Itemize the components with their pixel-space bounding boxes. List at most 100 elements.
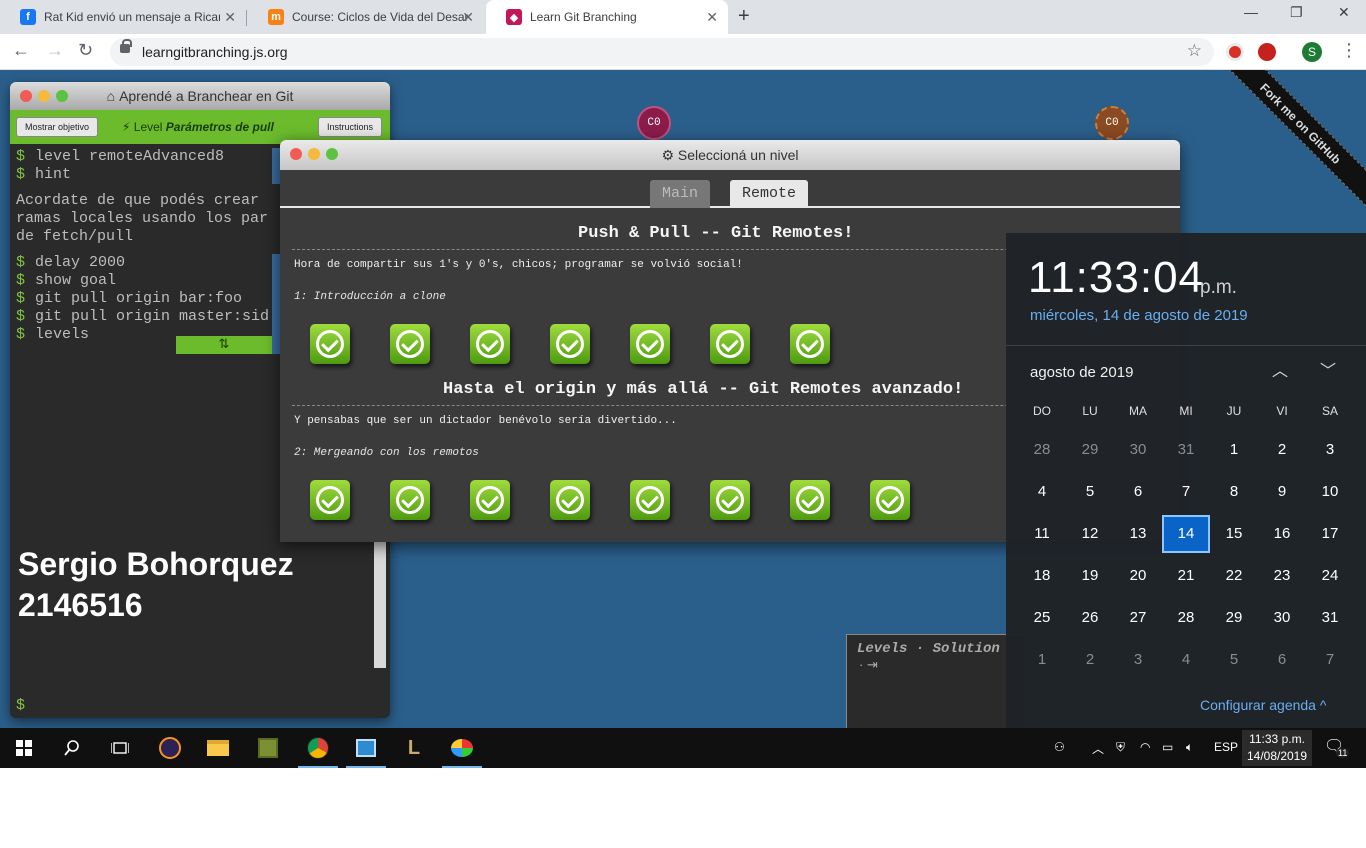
calendar-day[interactable]: 28	[1162, 599, 1210, 637]
extension-red-icon[interactable]	[1226, 43, 1244, 61]
taskbar-clock[interactable]: 11:33 p.m. 14/08/2019	[1242, 730, 1312, 766]
minimize-light-icon[interactable]	[38, 90, 50, 102]
calendar-day[interactable]: 31	[1306, 599, 1354, 637]
terminal-prompt[interactable]: $	[16, 697, 25, 714]
calendar-day[interactable]: 27	[1114, 599, 1162, 637]
calendar-day[interactable]: 8	[1210, 473, 1258, 511]
level-button-completed[interactable]	[470, 480, 510, 520]
new-tab-button[interactable]: +	[738, 5, 750, 28]
calendar-day[interactable]: 29	[1210, 599, 1258, 637]
calendar-day[interactable]: 9	[1258, 473, 1306, 511]
chevron-up-icon[interactable]: ︿	[1272, 357, 1288, 381]
fork-me-on-github-ribbon[interactable]: Fork me on GitHub	[1203, 70, 1366, 221]
forward-button[interactable]: →	[46, 40, 64, 61]
tab-main[interactable]: Main	[650, 180, 711, 208]
close-tab-icon[interactable]: ✕	[706, 9, 718, 26]
chevron-up-tray-icon[interactable]: ︿	[1092, 740, 1104, 757]
bookmark-star-icon[interactable]: ☆	[1187, 41, 1202, 61]
calendar-day[interactable]: 28	[1018, 431, 1066, 469]
calendar-day[interactable]: 3	[1114, 641, 1162, 679]
security-shield-icon[interactable]: ⛨	[1116, 740, 1125, 755]
minimize-button[interactable]: —	[1244, 4, 1258, 20]
calendar-day-today[interactable]: 14	[1162, 515, 1210, 553]
calendar-day[interactable]: 4	[1162, 641, 1210, 679]
eclipse-icon[interactable]	[146, 728, 194, 768]
level-button-completed[interactable]	[630, 480, 670, 520]
calendar-day[interactable]: 29	[1066, 431, 1114, 469]
calendar-day[interactable]: 6	[1114, 473, 1162, 511]
windows-start-icon[interactable]	[0, 728, 48, 768]
profile-avatar[interactable]: S	[1302, 42, 1322, 62]
level-button-completed[interactable]	[790, 324, 830, 364]
tab-remote[interactable]: Remote	[730, 180, 809, 208]
level-button-completed[interactable]	[390, 480, 430, 520]
level-button-completed[interactable]	[550, 324, 590, 364]
calendar-day[interactable]: 20	[1114, 557, 1162, 595]
level-button-completed[interactable]	[390, 324, 430, 364]
paint-icon[interactable]	[438, 728, 486, 768]
calendar-day[interactable]: 18	[1018, 557, 1066, 595]
calendar-day[interactable]: 23	[1258, 557, 1306, 595]
reload-button[interactable]: ↻	[78, 40, 93, 61]
people-icon[interactable]: ⚇	[1054, 740, 1065, 754]
calendar-day[interactable]: 6	[1258, 641, 1306, 679]
calendar-day[interactable]: 10	[1306, 473, 1354, 511]
show-goal-button[interactable]: Mostrar objetivo	[16, 117, 99, 137]
calendar-day[interactable]: 3	[1306, 431, 1354, 469]
calendar-day[interactable]: 30	[1258, 599, 1306, 637]
back-button[interactable]: ←	[12, 40, 30, 61]
calendar-day[interactable]: 2	[1066, 641, 1114, 679]
level-button-completed[interactable]	[710, 480, 750, 520]
calendar-day[interactable]: 21	[1162, 557, 1210, 595]
exit-icon[interactable]: · ⇥	[859, 657, 878, 673]
task-view-icon[interactable]	[96, 728, 144, 768]
close-light-icon[interactable]	[20, 90, 32, 102]
calendar-day[interactable]: 16	[1258, 515, 1306, 553]
zoom-light-icon[interactable]	[56, 90, 68, 102]
calendar-day[interactable]: 24	[1306, 557, 1354, 595]
level-button-completed[interactable]	[310, 324, 350, 364]
close-light-icon[interactable]	[290, 148, 302, 160]
calendar-day[interactable]: 22	[1210, 557, 1258, 595]
calendar-day[interactable]: 31	[1162, 431, 1210, 469]
tab-moodle-course[interactable]: m Course: Ciclos de Vida del Desarr ✕	[248, 0, 484, 34]
level-button-completed[interactable]	[470, 324, 510, 364]
calendar-day[interactable]: 5	[1210, 641, 1258, 679]
calendar-day[interactable]: 30	[1114, 431, 1162, 469]
app-window-icon[interactable]	[342, 728, 390, 768]
calendar-day[interactable]: 26	[1066, 599, 1114, 637]
calendar-day[interactable]: 1	[1018, 641, 1066, 679]
zoom-light-icon[interactable]	[326, 148, 338, 160]
tab-learn-git-branching[interactable]: ◆ Learn Git Branching ✕	[486, 0, 728, 34]
calendar-day[interactable]: 4	[1018, 473, 1066, 511]
month-label[interactable]: agosto de 2019	[1030, 364, 1133, 381]
calendar-day[interactable]: 13	[1114, 515, 1162, 553]
close-window-button[interactable]: ✕	[1338, 4, 1350, 21]
calendar-day[interactable]: 25	[1018, 599, 1066, 637]
chrome-icon[interactable]	[294, 728, 342, 768]
level-button-completed[interactable]	[550, 480, 590, 520]
calendar-day[interactable]: 1	[1210, 431, 1258, 469]
search-icon[interactable]	[48, 728, 96, 768]
full-date-link[interactable]: miércoles, 14 de agosto de 2019	[1030, 307, 1248, 324]
instructions-button[interactable]: Instructions	[318, 117, 383, 137]
adblock-extension-icon[interactable]	[1258, 43, 1276, 61]
configure-agenda-link[interactable]: Configurar agenda ^	[1200, 697, 1326, 713]
address-bar[interactable]: learngitbranching.js.org ☆	[110, 38, 1214, 66]
calendar-day[interactable]: 17	[1306, 515, 1354, 553]
calendar-day[interactable]: 19	[1066, 557, 1114, 595]
calendar-day[interactable]: 7	[1162, 473, 1210, 511]
calendar-day[interactable]: 2	[1258, 431, 1306, 469]
browser-menu-icon[interactable]: ⋮	[1340, 40, 1358, 61]
battery-icon[interactable]: ▭	[1162, 740, 1173, 754]
close-tab-icon[interactable]: ✕	[224, 9, 236, 26]
level-button-completed[interactable]	[310, 480, 350, 520]
level-button-completed[interactable]	[790, 480, 830, 520]
tab-facebook[interactable]: f Rat Kid envió un mensaje a Ricar ✕	[0, 0, 246, 34]
input-language[interactable]: ESP	[1214, 740, 1238, 754]
calendar-day[interactable]: 15	[1210, 515, 1258, 553]
calendar-day[interactable]: 12	[1066, 515, 1114, 553]
chevron-down-icon[interactable]: ﹀	[1320, 357, 1336, 381]
volume-icon[interactable]: 🔈︎	[1186, 740, 1193, 755]
close-tab-icon[interactable]: ✕	[462, 9, 474, 26]
